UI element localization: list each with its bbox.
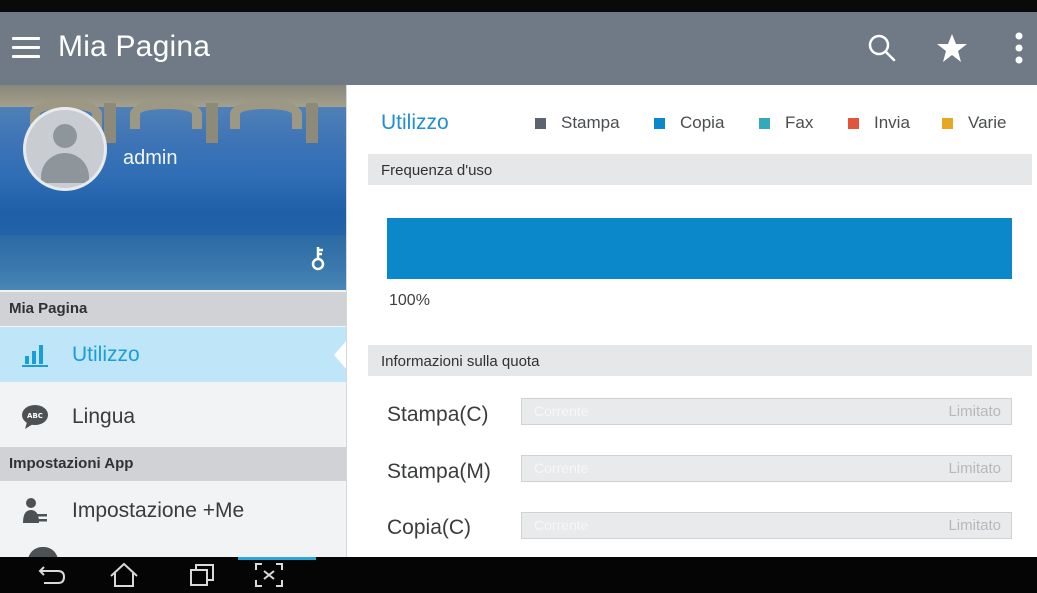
legend-swatch (535, 117, 546, 129)
overflow-icon[interactable] (1001, 30, 1037, 66)
search-icon[interactable] (864, 30, 900, 66)
quota-limit: Limitato (948, 403, 1001, 420)
quota-label: Stampa(C) (387, 403, 489, 426)
usage-bar (387, 218, 1012, 279)
star-icon[interactable] (934, 30, 970, 66)
quota-header: Informazioni sulla quota (368, 345, 1032, 376)
back-icon[interactable] (36, 561, 70, 589)
sidebar: admin Mia Pagina Utilizzo ABC Lingua Imp… (0, 85, 347, 557)
section-header-app-settings: Impostazioni App (0, 447, 346, 481)
main-panel: Utilizzo Stampa Copia Fax Invia Varie Fr… (347, 85, 1037, 557)
legend-swatch (654, 117, 665, 129)
user-settings-icon (18, 496, 52, 526)
sidebar-item-label: Impostazione +Me (72, 498, 245, 522)
legend-label: Stampa (561, 113, 620, 132)
legend-copia: Copia (654, 113, 724, 133)
legend-label: Fax (785, 113, 814, 132)
sidebar-item-label: Lingua (72, 404, 136, 428)
active-indicator (334, 339, 346, 371)
sidebar-item-settings-me[interactable]: Impostazione +Me (0, 483, 346, 538)
menu-icon[interactable] (12, 37, 40, 61)
profile-header: admin (0, 85, 346, 290)
sidebar-item-label: Utilizzo (72, 342, 140, 366)
language-bubble-icon: ABC (18, 402, 52, 432)
legend-stampa: Stampa (535, 113, 620, 133)
key-icon[interactable] (311, 245, 331, 271)
quota-label: Stampa(M) (387, 460, 491, 483)
quota-current: Corrente (534, 403, 589, 419)
usage-title: Utilizzo (381, 111, 449, 134)
quota-bar: Corrente Limitato (521, 398, 1012, 425)
sidebar-item-language[interactable]: ABC Lingua (0, 389, 346, 444)
section-header-my-page: Mia Pagina (0, 292, 346, 326)
quota-limit: Limitato (948, 460, 1001, 477)
recent-apps-icon[interactable] (185, 561, 219, 589)
avatar[interactable] (23, 107, 107, 191)
system-nav-bar (0, 557, 1037, 593)
usage-percent: 100% (389, 292, 430, 309)
legend-label: Copia (680, 113, 725, 132)
legend-label: Varie (968, 113, 1007, 132)
frequency-header: Frequenza d'uso (368, 154, 1032, 185)
legend-swatch (759, 117, 770, 129)
legend-varie: Varie (942, 113, 1006, 133)
svg-text:ABC: ABC (27, 412, 43, 420)
home-icon[interactable] (107, 561, 141, 589)
status-bar (0, 0, 1037, 12)
active-indicator (238, 557, 316, 560)
screenshot-icon[interactable] (252, 561, 286, 589)
legend-fax: Fax (759, 113, 813, 133)
legend-swatch (942, 117, 953, 129)
quota-current: Corrente (534, 517, 589, 533)
quota-limit: Limitato (948, 517, 1001, 534)
page-title: Mia Pagina (58, 30, 211, 63)
legend-swatch (848, 117, 859, 129)
quota-bar: Corrente Limitato (521, 455, 1012, 482)
username: admin (123, 147, 178, 169)
legend-invia: Invia (848, 113, 910, 133)
partial-item-icon (28, 547, 58, 557)
quota-label: Copia(C) (387, 516, 472, 539)
bar-chart-icon (18, 340, 52, 370)
quota-current: Corrente (534, 460, 589, 476)
app-bar: Mia Pagina (0, 12, 1037, 85)
quota-bar: Corrente Limitato (521, 512, 1012, 539)
sidebar-item-usage[interactable]: Utilizzo (0, 327, 346, 382)
legend-label: Invia (874, 113, 910, 132)
